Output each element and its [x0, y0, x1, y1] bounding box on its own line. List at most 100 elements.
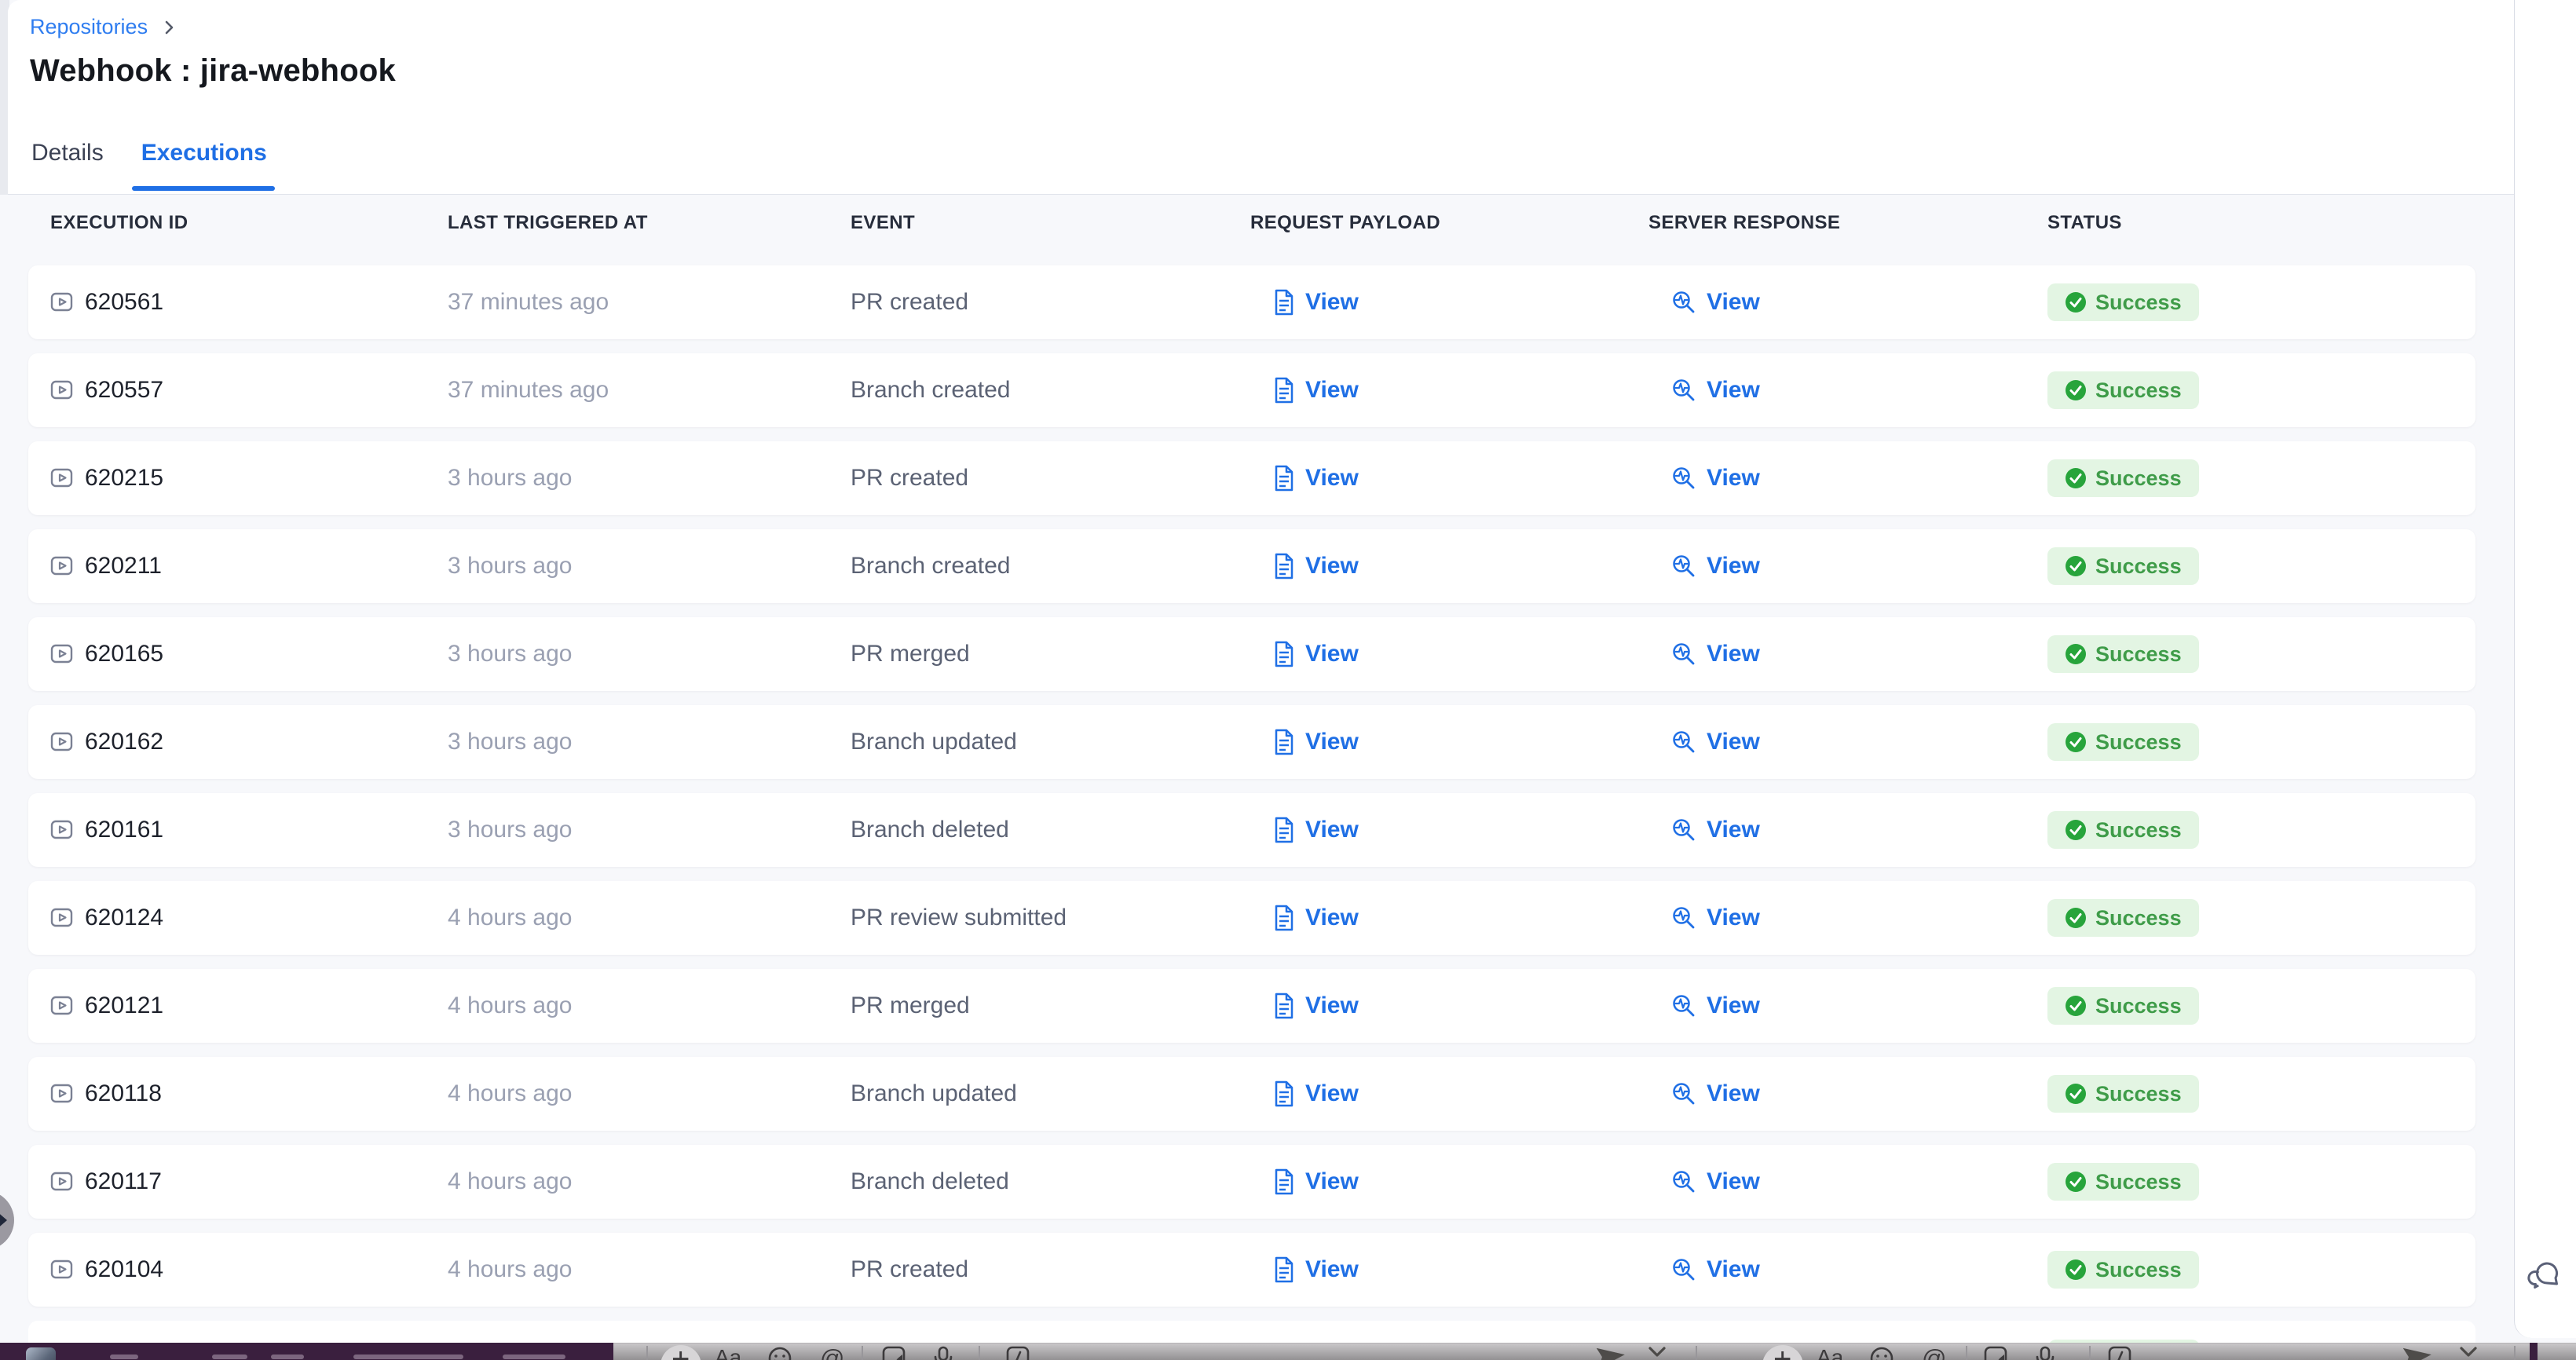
request-payload-view-link[interactable]: View [1305, 641, 1359, 667]
server-response-view-link[interactable]: View [1707, 729, 1760, 755]
mention-button[interactable]: @ [1922, 1346, 1946, 1360]
status-label: Success [2095, 994, 2182, 1018]
file-text-icon [1272, 289, 1296, 316]
execution-id: 620121 [85, 993, 163, 1019]
emoji-button[interactable] [1869, 1346, 1894, 1360]
server-response-view-link[interactable]: View [1707, 289, 1760, 316]
plus-button[interactable]: + [1773, 1346, 1791, 1360]
text-format-button[interactable]: Aa [1817, 1346, 1843, 1360]
request-payload-view-link[interactable]: View [1305, 377, 1359, 404]
executions-table: 620561 37 minutes ago PR created View Vi… [0, 0, 2576, 1360]
file-text-icon [1272, 729, 1296, 755]
search-pulse-icon [1670, 465, 1697, 492]
request-payload-view-link[interactable]: View [1305, 1168, 1359, 1195]
server-response-view-link[interactable]: View [1707, 377, 1760, 404]
chevron-down-icon[interactable] [1648, 1346, 1667, 1358]
status-badge: Success [2047, 723, 2199, 761]
event-label: PR review submitted [851, 905, 1250, 931]
server-response-view-link[interactable]: View [1707, 465, 1760, 492]
search-pulse-icon [1670, 817, 1697, 843]
status-badge: Success [2047, 635, 2199, 673]
shortcuts-button[interactable] [1006, 1346, 1030, 1360]
text-smudge [353, 1355, 463, 1359]
search-pulse-icon [1670, 641, 1697, 667]
request-payload-view-link[interactable]: View [1305, 465, 1359, 492]
execution-play-icon [50, 291, 74, 313]
mention-button[interactable]: @ [820, 1346, 844, 1360]
toolbar-separator [979, 1346, 980, 1360]
table-row[interactable]: 620124 4 hours ago PR review submitted V… [28, 881, 2475, 955]
status-label: Success [2095, 378, 2182, 403]
last-triggered: 3 hours ago [448, 817, 851, 843]
chevron-down-icon[interactable] [2459, 1346, 2478, 1358]
emoji-button[interactable] [767, 1346, 792, 1360]
status-label: Success [2095, 1170, 2182, 1194]
request-payload-view-link[interactable]: View [1305, 729, 1359, 755]
table-row[interactable]: 620165 3 hours ago PR merged View View S… [28, 617, 2475, 691]
event-label: Branch updated [851, 729, 1250, 755]
execution-play-icon [50, 995, 74, 1017]
server-response-view-link[interactable]: View [1707, 993, 1760, 1019]
request-payload-view-link[interactable]: View [1305, 817, 1359, 843]
request-payload-view-link[interactable]: View [1305, 993, 1359, 1019]
table-row[interactable]: 620121 4 hours ago PR merged View View S… [28, 969, 2475, 1043]
server-response-view-link[interactable]: View [1707, 553, 1760, 579]
file-text-icon [1272, 905, 1296, 931]
file-text-icon [1272, 553, 1296, 579]
table-row[interactable]: 620162 3 hours ago Branch updated View V… [28, 705, 2475, 779]
image-button[interactable] [1984, 1346, 2007, 1360]
background-window-bar: + Aa @ + Aa @ [0, 1343, 2576, 1360]
request-payload-view-link[interactable]: View [1305, 1256, 1359, 1283]
plus-button[interactable]: + [671, 1346, 690, 1360]
file-text-icon [1272, 1168, 1296, 1195]
file-text-icon [1272, 1256, 1296, 1283]
last-triggered: 37 minutes ago [448, 289, 851, 316]
search-pulse-icon [1670, 377, 1697, 404]
execution-id: 620161 [85, 817, 163, 843]
execution-id: 620211 [85, 553, 162, 579]
table-row[interactable]: 620211 3 hours ago Branch created View V… [28, 529, 2475, 603]
composer-toolbar-strip: + Aa @ + Aa @ [613, 1343, 2576, 1360]
shortcuts-button[interactable] [2108, 1346, 2131, 1360]
send-button[interactable] [2403, 1346, 2433, 1360]
server-response-view-link[interactable]: View [1707, 905, 1760, 931]
search-pulse-icon [1670, 1080, 1697, 1107]
request-payload-view-link[interactable]: View [1305, 1080, 1359, 1107]
event-label: PR created [851, 1256, 1250, 1283]
execution-play-icon [50, 555, 74, 577]
event-label: PR merged [851, 641, 1250, 667]
request-payload-view-link[interactable]: View [1305, 553, 1359, 579]
mic-button[interactable] [2035, 1346, 2055, 1360]
server-response-view-link[interactable]: View [1707, 817, 1760, 843]
table-row[interactable]: 620557 37 minutes ago Branch created Vie… [28, 353, 2475, 427]
server-response-view-link[interactable]: View [1707, 1080, 1760, 1107]
request-payload-view-link[interactable]: View [1305, 289, 1359, 316]
server-response-view-link[interactable]: View [1707, 641, 1760, 667]
image-button[interactable] [882, 1346, 906, 1360]
play-arrow-icon [0, 1210, 7, 1230]
server-response-view-link[interactable]: View [1707, 1168, 1760, 1195]
table-row[interactable]: 620215 3 hours ago PR created View View … [28, 441, 2475, 515]
server-response-view-link[interactable]: View [1707, 1256, 1760, 1283]
execution-id: 620124 [85, 905, 163, 931]
table-row[interactable]: 620117 4 hours ago Branch deleted View V… [28, 1145, 2475, 1219]
request-payload-view-link[interactable]: View [1305, 905, 1359, 931]
chat-bubbles-icon[interactable] [2526, 1253, 2565, 1296]
status-badge: Success [2047, 811, 2199, 849]
table-row[interactable]: 620118 4 hours ago Branch updated View V… [28, 1057, 2475, 1131]
text-format-button[interactable]: Aa [715, 1346, 741, 1360]
check-circle-icon [2065, 379, 2087, 401]
status-badge: Success [2047, 1251, 2199, 1289]
mic-button[interactable] [933, 1346, 953, 1360]
last-triggered: 3 hours ago [448, 465, 851, 492]
table-row[interactable]: 620561 37 minutes ago PR created View Vi… [28, 265, 2475, 339]
last-triggered: 37 minutes ago [448, 377, 851, 404]
avatar [26, 1347, 56, 1360]
send-button[interactable] [1597, 1346, 1626, 1360]
text-smudge [503, 1355, 565, 1359]
file-text-icon [1272, 993, 1296, 1019]
event-label: Branch updated [851, 1080, 1250, 1107]
table-row[interactable]: 620104 4 hours ago PR created View View … [28, 1233, 2475, 1307]
file-text-icon [1272, 1080, 1296, 1107]
table-row[interactable]: 620161 3 hours ago Branch deleted View V… [28, 793, 2475, 867]
